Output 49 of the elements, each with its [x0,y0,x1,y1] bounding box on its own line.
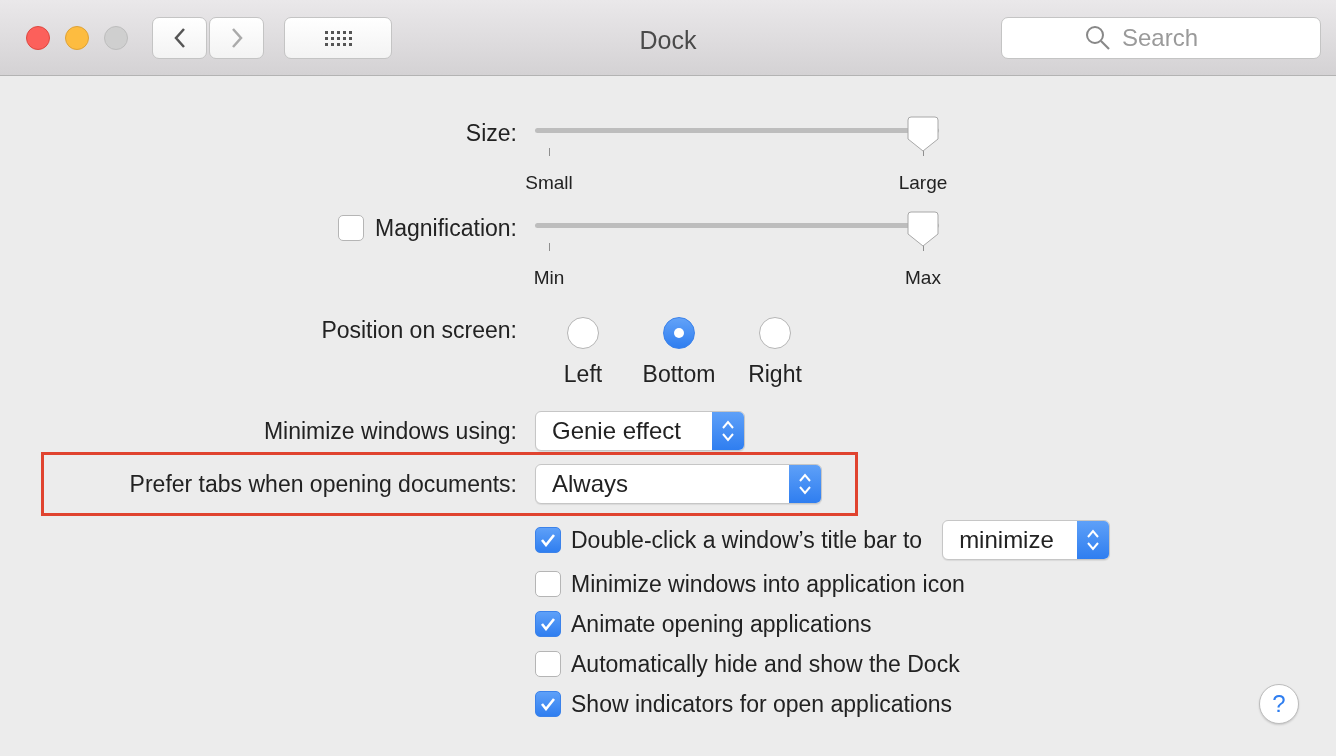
setting-label: Prefer tabs when opening documents: [129,471,517,497]
setting-label: Size: [465,120,517,146]
checkmark-icon [540,617,556,631]
checkbox[interactable] [535,527,561,553]
grid-icon [323,28,353,47]
stepper-icon [789,465,821,503]
minimize-icon[interactable] [65,25,89,50]
setting-label: Magnification: [375,214,517,243]
checkbox-label: Double-click a window’s title bar to [571,525,923,555]
tick-label: Min [533,266,565,290]
checkbox[interactable] [535,651,561,677]
slider-thumb[interactable] [907,115,939,151]
radio-label: Right [748,360,802,389]
show-all-button[interactable] [284,16,392,59]
chevron-left-icon [173,26,186,49]
radio-button[interactable] [759,317,791,349]
tick-label: Large [898,171,948,195]
checkbox[interactable] [337,215,364,241]
checkmark-icon [540,697,556,711]
help-button[interactable]: ? [1259,684,1299,724]
checkbox[interactable] [535,611,561,637]
popup-button[interactable]: minimize [942,520,1111,560]
forward-button[interactable] [209,16,264,59]
back-button[interactable] [152,16,207,59]
setting-label: Minimize windows using: [263,418,517,444]
checkbox-label: Automatically hide and show the Dock [571,649,960,679]
window-title: Dock [639,26,697,54]
tick-label: Max [905,266,941,290]
stepper-icon [712,412,744,450]
radio-label: Left [563,360,603,389]
stepper-icon [1077,521,1110,559]
popup-button[interactable]: Always [535,464,822,504]
chevron-right-icon [230,26,243,49]
checkbox[interactable] [535,691,561,717]
radio-button[interactable] [663,317,695,349]
checkbox-label: Minimize windows into application icon [571,569,965,599]
checkmark-icon [540,533,556,547]
checkbox[interactable] [535,571,561,597]
setting-label: Position on screen: [321,317,517,343]
zoom-icon [104,25,128,50]
radio-button[interactable] [567,317,599,349]
tick-label: Small [525,171,573,195]
checkbox-label: Show indicators for open applications [571,689,952,719]
close-icon[interactable] [26,25,50,50]
slider-thumb[interactable] [907,210,939,246]
checkbox-label: Animate opening applications [571,609,872,639]
search-field[interactable]: Search [1001,16,1321,59]
radio-label: Bottom [642,360,716,389]
popup-button[interactable]: Genie effect [535,411,745,451]
